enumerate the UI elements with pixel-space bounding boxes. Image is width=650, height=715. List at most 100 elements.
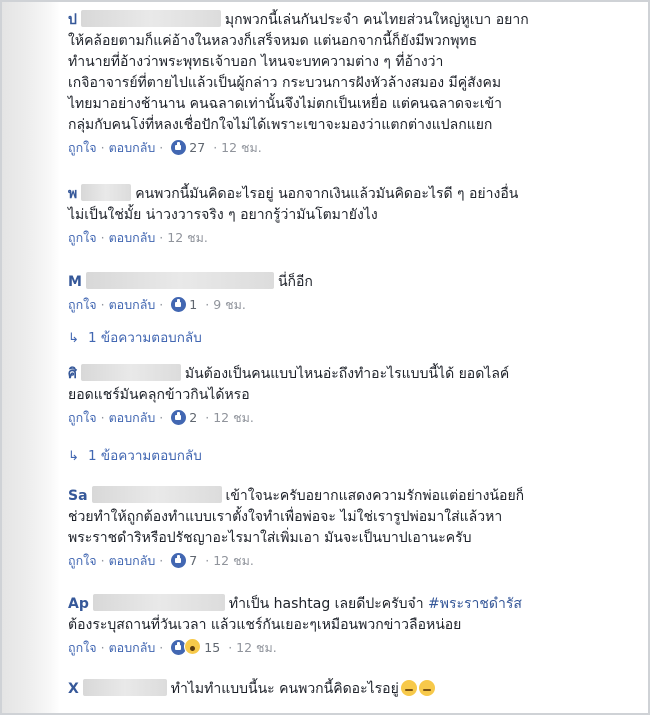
reply-button[interactable]: ตอบกลับ xyxy=(109,553,156,568)
replies-count[interactable]: 1 ข้อความตอบกลับ xyxy=(88,330,202,346)
comment-text: กลุ่มกับคนโง่ที่หลงเชื่อปักใจไม่ได้เพราะ… xyxy=(68,117,493,133)
relieved-face-emoji-icon xyxy=(418,680,435,696)
comment: ศิ มันต้องเป็นคนแบบไหนอ่ะถึงทำอะไรแบบนี้ไ… xyxy=(68,364,638,428)
comment-text: พระราชดำริหรือปรัชญาอะไรมาใส่เพิ่มเอา มั… xyxy=(68,530,472,546)
commenter-name[interactable]: ศิ xyxy=(68,366,77,382)
separator: · xyxy=(205,553,210,568)
like-button[interactable]: ถูกใจ xyxy=(68,230,97,245)
like-reaction-icon[interactable] xyxy=(171,297,187,312)
separator: · xyxy=(159,297,164,312)
redacted-name xyxy=(85,272,274,289)
commenter-name[interactable]: X xyxy=(68,681,79,697)
redacted-name xyxy=(82,679,167,696)
separator: · xyxy=(100,640,105,655)
comment: ป มุกพวกนี้เล่นกันประจำ คนไทยส่วนใหญ่หูเบ… xyxy=(68,10,638,158)
reaction-count[interactable]: 7 xyxy=(189,553,197,568)
comment-actions: ถูกใจ · ตอบกลับ · 27 · 12 ชม. xyxy=(68,138,638,158)
wow-reaction-icon[interactable] xyxy=(184,638,202,655)
like-button[interactable]: ถูกใจ xyxy=(68,640,97,655)
like-button[interactable]: ถูกใจ xyxy=(68,297,97,312)
timestamp[interactable]: 9 ชม. xyxy=(213,297,246,312)
separator: · xyxy=(159,140,164,155)
comment-text: ต้องระบุสถานที่วันเวลา แล้วแชร์กันเยอะๆเ… xyxy=(68,617,462,633)
hashtag-link[interactable]: #พระราชดำรัส xyxy=(428,596,522,612)
timestamp[interactable]: 12 ชม. xyxy=(213,410,254,425)
reaction-count[interactable]: 15 xyxy=(204,640,220,655)
reply-button[interactable]: ตอบกลับ xyxy=(109,410,156,425)
comment: พ คนพวกนี้มันคิดอะไรอยู่ นอกจากเงินแล้วมั… xyxy=(68,184,638,248)
like-button[interactable]: ถูกใจ xyxy=(68,410,97,425)
timestamp[interactable]: 12 ชม. xyxy=(167,230,208,245)
separator: · xyxy=(100,140,105,155)
separator: · xyxy=(205,410,210,425)
comment-text: ยอดแชร์มันคลุกข้าวกินได้หรอ xyxy=(68,387,250,403)
comment-text: มุกพวกนี้เล่นกันประจำ คนไทยส่วนใหญ่หูเบา… xyxy=(224,12,529,28)
timestamp[interactable]: 12 ชม. xyxy=(213,553,254,568)
comment-text: ให้คล้อยตามก็แค่อ้างในหลวงก็เสร็จหมด แต่… xyxy=(68,33,478,49)
commenter-name[interactable]: M xyxy=(68,274,82,290)
comment-body: พ คนพวกนี้มันคิดอะไรอยู่ นอกจากเงินแล้วมั… xyxy=(68,184,638,226)
comment-text: ทำนายที่อ้างว่าพระพุทธเจ้าบอก ไหนจะบทควา… xyxy=(68,54,444,70)
reaction-count[interactable]: 1 xyxy=(189,297,197,312)
like-button[interactable]: ถูกใจ xyxy=(68,553,97,568)
comment-actions: ถูกใจ · ตอบกลับ · 7 · 12 ชม. xyxy=(68,551,638,571)
reply-button[interactable]: ตอบกลับ xyxy=(109,640,156,655)
reaction-count[interactable]: 2 xyxy=(189,410,197,425)
like-reaction-icon[interactable] xyxy=(171,553,187,568)
timestamp[interactable]: 12 ชม. xyxy=(236,640,277,655)
comment-text: เข้าใจนะครับอยากแสดงความรักพ่อแต่อย่างน้… xyxy=(225,488,525,504)
relieved-face-emoji-icon xyxy=(400,680,417,696)
commenter-name[interactable]: ป xyxy=(68,12,77,28)
separator: · xyxy=(100,297,105,312)
separator: · xyxy=(100,553,105,568)
comment-text: คนพวกนี้มันคิดอะไรอยู่ นอกจากเงินแล้วมัน… xyxy=(135,186,519,202)
like-reaction-icon[interactable] xyxy=(171,410,187,425)
separator: · xyxy=(159,553,164,568)
comment: M นี่ก็อีก ถูกใจ · ตอบกลับ · 1 · 9 ชม. xyxy=(68,272,638,315)
separator: · xyxy=(205,297,210,312)
redacted-name xyxy=(81,184,132,201)
redacted-name xyxy=(92,594,225,611)
separator: · xyxy=(213,140,218,155)
comment-body: ศิ มันต้องเป็นคนแบบไหนอ่ะถึงทำอะไรแบบนี้ไ… xyxy=(68,364,638,406)
comment-body: ป มุกพวกนี้เล่นกันประจำ คนไทยส่วนใหญ่หูเบ… xyxy=(68,10,638,136)
comment: Ap ทำเป็น hashtag เลยดีปะครับจ๋า #พระราชด… xyxy=(68,594,638,658)
blurred-avatar-column xyxy=(2,2,60,713)
redacted-name xyxy=(91,486,222,503)
view-replies-link[interactable]: ↳ 1 ข้อความตอบกลับ xyxy=(68,446,202,466)
comment-text: ทำไมทำแบบนี้นะ คนพวกนี้คิดอะไรอยู่ xyxy=(170,681,399,697)
comment-body: Sa เข้าใจนะครับอยากแสดงความรักพ่อแต่อย่าง… xyxy=(68,486,638,549)
comment-body: M นี่ก็อีก xyxy=(68,272,638,293)
comment-actions: ถูกใจ · ตอบกลับ · 12 ชม. xyxy=(68,228,638,248)
reply-button[interactable]: ตอบกลับ xyxy=(109,297,156,312)
like-reaction-icon[interactable] xyxy=(171,140,187,155)
comment: Sa เข้าใจนะครับอยากแสดงความรักพ่อแต่อย่าง… xyxy=(68,486,638,571)
comment-text: มันต้องเป็นคนแบบไหนอ่ะถึงทำอะไรแบบนี้ได้… xyxy=(184,366,510,382)
comment-text: นี่ก็อีก xyxy=(277,274,313,290)
commenter-name[interactable]: Sa xyxy=(68,488,88,504)
reply-arrow-icon: ↳ xyxy=(68,331,79,346)
comment-thread: ป มุกพวกนี้เล่นกันประจำ คนไทยส่วนใหญ่หูเบ… xyxy=(0,0,650,715)
comment-text: เกจิอาจารย์ที่ตายไปแล้วเป็นผู้กล่าว กระบ… xyxy=(68,75,502,91)
like-button[interactable]: ถูกใจ xyxy=(68,140,97,155)
reaction-count[interactable]: 27 xyxy=(189,140,205,155)
separator: · xyxy=(100,230,105,245)
redacted-name xyxy=(80,364,181,381)
comment-text: ช่วยทำให้ถูกต้องทำแบบเราตั้งใจทำเพื่อพ่อ… xyxy=(68,509,503,525)
commenter-name[interactable]: Ap xyxy=(68,596,89,612)
commenter-name[interactable]: พ xyxy=(68,186,77,202)
comment-text: ทำเป็น hashtag เลยดีปะครับจ๋า xyxy=(228,596,424,612)
reply-button[interactable]: ตอบกลับ xyxy=(109,140,156,155)
comment-body: Ap ทำเป็น hashtag เลยดีปะครับจ๋า #พระราชด… xyxy=(68,594,638,636)
redacted-name xyxy=(80,10,221,27)
comment: X ทำไมทำแบบนี้นะ คนพวกนี้คิดอะไรอยู่ xyxy=(68,679,638,700)
reply-button[interactable]: ตอบกลับ xyxy=(109,230,156,245)
comment-actions: ถูกใจ · ตอบกลับ · 2 · 12 ชม. xyxy=(68,408,638,428)
comment-actions: ถูกใจ · ตอบกลับ · 15 · 12 ชม. xyxy=(68,638,638,658)
timestamp[interactable]: 12 ชม. xyxy=(221,140,262,155)
separator: · xyxy=(159,640,164,655)
replies-count[interactable]: 1 ข้อความตอบกลับ xyxy=(88,448,202,464)
reply-arrow-icon: ↳ xyxy=(68,449,79,464)
comment-text: ไทยมาอย่างช้านาน คนฉลาดเท่านั้นจึงไม่ตกเ… xyxy=(68,96,502,112)
view-replies-link[interactable]: ↳ 1 ข้อความตอบกลับ xyxy=(68,328,202,348)
